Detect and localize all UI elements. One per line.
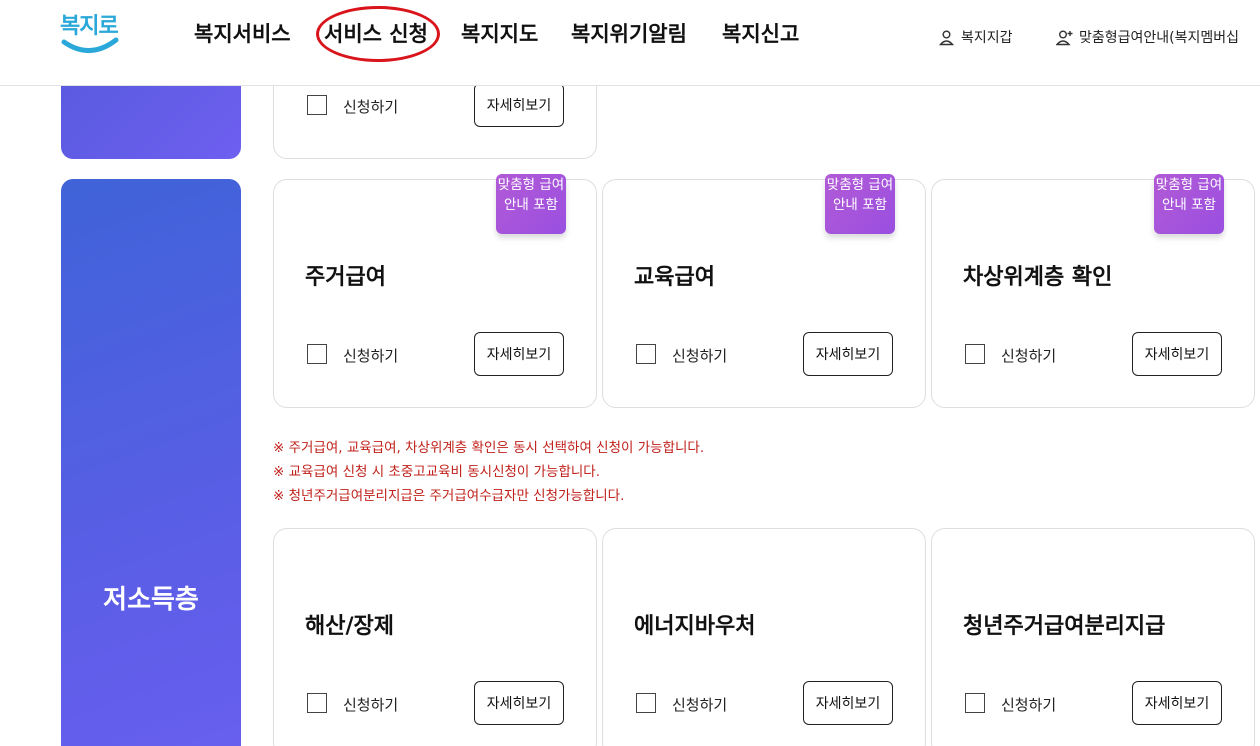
- apply-checkbox[interactable]: [307, 95, 327, 115]
- nav-welfare-services[interactable]: 복지서비스: [194, 18, 291, 48]
- apply-label: 신청하기: [672, 696, 728, 714]
- custom-benefit-guide-link[interactable]: 맞춤형급여안내(복지멤버십: [1056, 27, 1239, 47]
- detail-button[interactable]: 자세히보기: [1132, 681, 1222, 725]
- nav-service-apply[interactable]: 서비스 신청: [324, 18, 428, 48]
- card-title: 주거급여: [305, 265, 386, 290]
- card-title: 차상위계층 확인: [963, 265, 1113, 290]
- nav-welfare-crisis-alert[interactable]: 복지위기알림: [571, 18, 687, 48]
- apply-checkbox[interactable]: [636, 344, 656, 364]
- site-header: 복지로 복지서비스 서비스 신청 복지지도 복지위기알림 복지신고 복지지갑 맞…: [0, 0, 1260, 86]
- logo-smile-icon: [61, 37, 119, 53]
- service-card-energy-voucher: 에너지바우처 신청하기 자세히보기: [602, 528, 926, 746]
- card-title: 청년주거급여분리지급: [963, 614, 1166, 639]
- nav-welfare-report[interactable]: 복지신고: [722, 18, 799, 48]
- category-label: 저소득층: [103, 585, 199, 615]
- apply-label: 신청하기: [1001, 347, 1057, 365]
- apply-checkbox[interactable]: [636, 693, 656, 713]
- service-card-education-benefit: 맞춤형 급여안내 포함 교육급여 신청하기 자세히보기: [602, 174, 926, 408]
- apply-checkbox[interactable]: [307, 344, 327, 364]
- detail-button[interactable]: 자세히보기: [474, 681, 564, 725]
- custom-benefit-badge: 맞춤형 급여안내 포함: [825, 174, 895, 234]
- apply-checkbox[interactable]: [307, 693, 327, 713]
- service-card-youth-housing-split: 청년주거급여분리지급 신청하기 자세히보기: [931, 528, 1255, 746]
- apply-checkbox[interactable]: [965, 344, 985, 364]
- detail-button[interactable]: 자세히보기: [474, 83, 564, 127]
- detail-button[interactable]: 자세히보기: [474, 332, 564, 376]
- apply-label: 신청하기: [1001, 696, 1057, 714]
- detail-button[interactable]: 자세히보기: [803, 681, 893, 725]
- apply-label: 신청하기: [343, 347, 399, 365]
- service-card-housing-benefit: 맞춤형 급여안내 포함 주거급여 신청하기 자세히보기: [273, 174, 597, 408]
- card-title: 교육급여: [634, 265, 715, 290]
- user-plus-icon: [1056, 30, 1073, 45]
- welfare-wallet-label: 복지지갑: [961, 30, 1013, 46]
- detail-button[interactable]: 자세히보기: [1132, 332, 1222, 376]
- card-title: 에너지바우처: [634, 614, 756, 639]
- user-icon: [938, 30, 955, 45]
- service-card-birth-funeral: 해산/장제 신청하기 자세히보기: [273, 528, 597, 746]
- apply-label: 신청하기: [343, 696, 399, 714]
- apply-label: 신청하기: [343, 98, 399, 116]
- apply-checkbox[interactable]: [965, 693, 985, 713]
- detail-button[interactable]: 자세히보기: [803, 332, 893, 376]
- category-panel-previous: [61, 86, 241, 159]
- notice-item: ※ 청년주거급여분리지급은 주거급여수급자만 신청가능합니다.: [273, 488, 625, 504]
- welfare-wallet-link[interactable]: 복지지갑: [938, 27, 1013, 47]
- notice-item: ※ 교육급여 신청 시 초중고교육비 동시신청이 가능합니다.: [273, 464, 601, 480]
- apply-label: 신청하기: [672, 347, 728, 365]
- card-title: 해산/장제: [305, 614, 394, 639]
- bokjiro-logo[interactable]: 복지로: [58, 8, 122, 58]
- category-panel-low-income: 저소득층: [61, 179, 241, 746]
- custom-benefit-guide-label: 맞춤형급여안내(복지멤버십: [1079, 30, 1240, 46]
- notice-item: ※ 주거급여, 교육급여, 차상위계층 확인은 동시 선택하여 신청이 가능합니…: [273, 440, 705, 456]
- nav-welfare-map[interactable]: 복지지도: [461, 18, 538, 48]
- service-card-near-poverty-check: 맞춤형 급여안내 포함 차상위계층 확인 신청하기 자세히보기: [931, 174, 1255, 408]
- notice-list: ※ 주거급여, 교육급여, 차상위계층 확인은 동시 선택하여 신청이 가능합니…: [273, 436, 704, 508]
- custom-benefit-badge: 맞춤형 급여안내 포함: [496, 174, 566, 234]
- custom-benefit-badge: 맞춤형 급여안내 포함: [1154, 174, 1224, 234]
